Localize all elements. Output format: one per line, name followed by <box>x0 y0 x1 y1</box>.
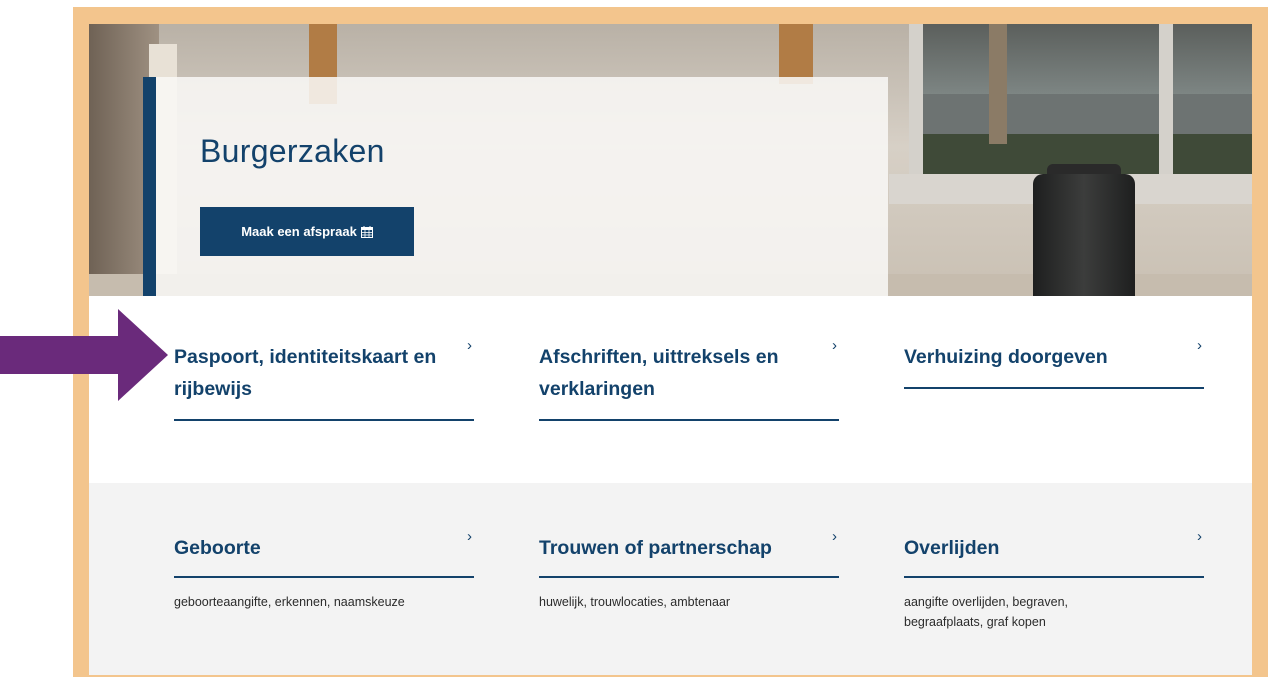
tile-title: Verhuizing doorgeven <box>904 346 1108 368</box>
tile-verhuizing[interactable]: Verhuizing doorgeven › <box>904 337 1204 389</box>
calendar-icon <box>360 225 373 238</box>
chevron-right-icon: › <box>1197 337 1202 354</box>
make-appointment-button[interactable]: Maak een afspraak <box>200 207 414 256</box>
tile-title: Overlijden <box>904 537 1000 559</box>
chevron-right-icon: › <box>832 528 837 545</box>
tile-description: geboorteaangifte, erkennen, naamskeuze <box>174 595 405 609</box>
tile-title: Trouwen of partnerschap <box>539 537 772 559</box>
tile-description: aangifte overlijden, begraven, begraafpl… <box>904 595 1069 629</box>
chevron-right-icon: › <box>1197 528 1202 545</box>
chevron-right-icon: › <box>832 337 837 354</box>
tile-underline <box>904 576 1204 578</box>
tile-title: Geboorte <box>174 537 261 559</box>
chevron-right-icon: › <box>467 337 472 354</box>
tile-description: huwelijk, trouwlocaties, ambtenaar <box>539 595 731 609</box>
tile-geboorte[interactable]: Geboorte › geboorteaangifte, erkennen, n… <box>174 528 474 612</box>
hero-panel: Burgerzaken Maak een afspraak <box>143 77 888 296</box>
tile-afschriften[interactable]: Afschriften, uittreksels en verklaringen… <box>539 337 839 421</box>
tile-underline <box>539 419 839 421</box>
tile-underline <box>174 576 474 578</box>
page-content: Burgerzaken Maak een afspraak Paspoort, … <box>89 24 1252 675</box>
hero-photo-beam <box>779 24 813 84</box>
tile-underline <box>904 387 1204 389</box>
make-appointment-label: Maak een afspraak <box>241 224 357 239</box>
tile-title: Paspoort, identiteitskaart en rijbewijs <box>174 346 437 400</box>
chevron-right-icon: › <box>467 528 472 545</box>
tile-underline <box>539 576 839 578</box>
tile-paspoort[interactable]: Paspoort, identiteitskaart en rijbewijs … <box>174 337 474 421</box>
annotation-arrow-icon <box>0 309 168 401</box>
hero-photo-bin <box>1033 174 1135 296</box>
tile-title: Afschriften, uittreksels en verklaringen <box>539 346 779 400</box>
tile-trouwen[interactable]: Trouwen of partnerschap › huwelijk, trou… <box>539 528 839 612</box>
tile-underline <box>174 419 474 421</box>
tile-overlijden[interactable]: Overlijden › aangifte overlijden, begrav… <box>904 528 1204 632</box>
page-title: Burgerzaken <box>200 133 385 169</box>
hero-banner: Burgerzaken Maak een afspraak <box>89 24 1252 296</box>
